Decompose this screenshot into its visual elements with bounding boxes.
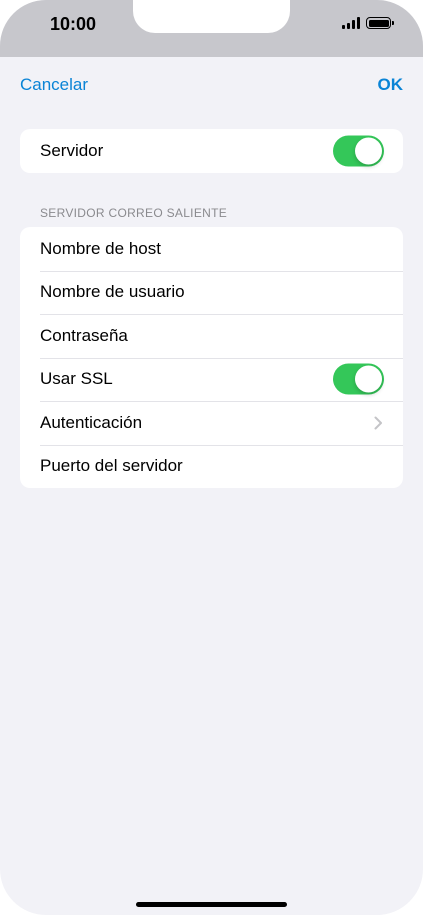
outgoing-section-header: SERVIDOR CORREO SALIENTE: [40, 206, 228, 220]
authentication-row[interactable]: Autenticación: [20, 401, 403, 445]
cancel-button[interactable]: Cancelar: [20, 75, 88, 95]
server-port-label: Puerto del servidor: [40, 456, 183, 476]
use-ssl-row[interactable]: Usar SSL: [20, 357, 403, 402]
outgoing-server-group: Nombre de host Nombre de usuario Contras…: [20, 227, 403, 488]
username-label: Nombre de usuario: [40, 282, 185, 302]
battery-icon: [366, 17, 394, 29]
ok-button[interactable]: OK: [378, 75, 404, 95]
notch: [133, 0, 290, 33]
use-ssl-label: Usar SSL: [40, 369, 113, 389]
server-port-row[interactable]: Puerto del servidor: [20, 444, 403, 489]
phone-screen: 10:00 Cancelar OK Servidor SERVIDOR CORR…: [0, 0, 423, 915]
password-label: Contraseña: [40, 325, 128, 345]
status-bar: 10:00: [0, 0, 423, 57]
use-ssl-toggle[interactable]: [333, 363, 384, 395]
chevron-right-icon: [374, 416, 382, 430]
server-group: Servidor: [20, 129, 403, 173]
status-icons: [342, 16, 394, 30]
authentication-label: Autenticación: [40, 412, 143, 432]
home-indicator[interactable]: [136, 902, 287, 907]
status-time: 10:00: [50, 14, 97, 34]
password-row[interactable]: Contraseña: [20, 314, 403, 358]
cellular-signal-icon: [342, 17, 360, 29]
server-toggle[interactable]: [333, 135, 384, 167]
hostname-label: Nombre de host: [40, 238, 161, 258]
server-label: Servidor: [40, 140, 104, 160]
navigation-bar: Cancelar OK: [0, 57, 423, 113]
username-row[interactable]: Nombre de usuario: [20, 270, 403, 315]
hostname-row[interactable]: Nombre de host: [20, 227, 403, 271]
server-row[interactable]: Servidor: [20, 129, 403, 173]
